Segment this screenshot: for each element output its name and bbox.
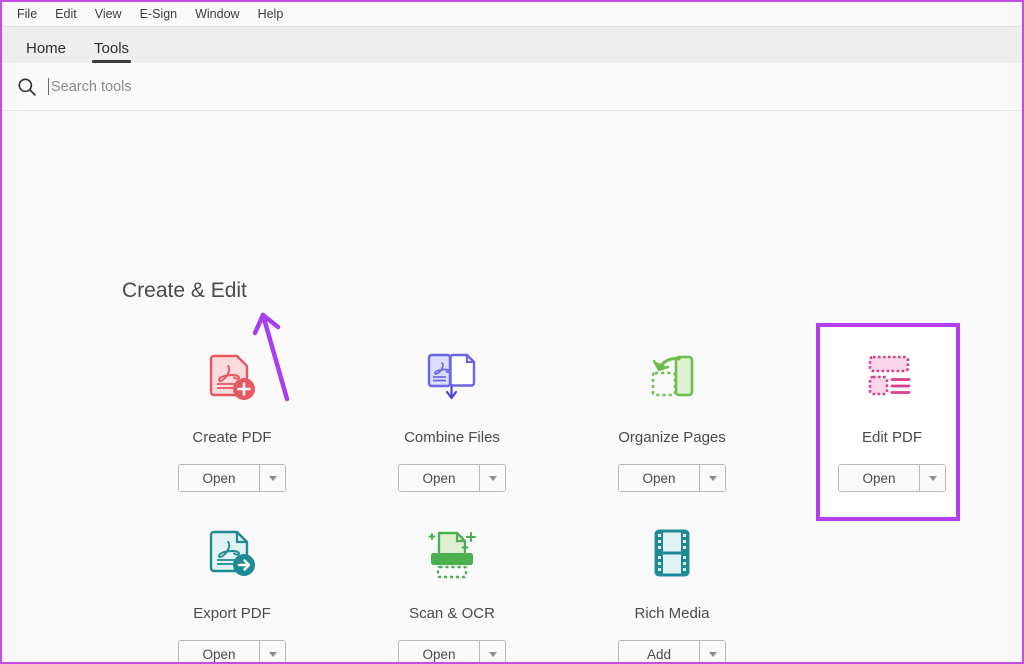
open-button[interactable]: Open bbox=[179, 465, 259, 491]
tab-tools[interactable]: Tools bbox=[80, 41, 143, 63]
chevron-down-icon[interactable] bbox=[479, 465, 505, 491]
tool-label: Organize Pages bbox=[618, 429, 726, 446]
chevron-down-icon[interactable] bbox=[479, 641, 505, 664]
search-placeholder: Search tools bbox=[51, 79, 132, 95]
tab-bar: Home Tools bbox=[2, 26, 1022, 63]
tools-row: Create PDF Open bbox=[122, 333, 1002, 509]
tool-button-group: Open bbox=[838, 464, 946, 492]
text-caret bbox=[48, 78, 49, 95]
tool-label: Rich Media bbox=[634, 605, 709, 622]
open-button[interactable]: Open bbox=[399, 641, 479, 664]
tool-tile-edit-pdf[interactable]: Edit PDF Open bbox=[782, 333, 1002, 509]
tool-label: Combine Files bbox=[404, 429, 500, 446]
search-icon[interactable] bbox=[16, 76, 38, 98]
tool-label: Export PDF bbox=[193, 605, 271, 622]
export-pdf-icon bbox=[203, 523, 261, 583]
tool-button-group: Open bbox=[178, 464, 286, 492]
combine-files-icon bbox=[422, 347, 482, 407]
tool-tile-create-pdf[interactable]: Create PDF Open bbox=[122, 333, 342, 509]
tools-content-area: Create & Edit bbox=[2, 111, 1022, 664]
tab-home-label: Home bbox=[26, 40, 66, 57]
menu-item-file[interactable]: File bbox=[8, 2, 46, 26]
tab-active-indicator bbox=[92, 60, 131, 63]
tool-label: Create PDF bbox=[192, 429, 271, 446]
tool-button-group: Open bbox=[398, 640, 506, 664]
tab-home[interactable]: Home bbox=[12, 41, 80, 63]
rich-media-icon bbox=[648, 523, 696, 583]
tool-tile-organize-pages[interactable]: Organize Pages Open bbox=[562, 333, 782, 509]
chevron-down-icon[interactable] bbox=[259, 465, 285, 491]
chevron-down-icon[interactable] bbox=[259, 641, 285, 664]
chevron-down-icon[interactable] bbox=[919, 465, 945, 491]
tool-tile-empty bbox=[782, 509, 1002, 664]
tool-button-group: Open bbox=[618, 464, 726, 492]
tool-button-group: Add bbox=[618, 640, 726, 664]
menu-item-esign[interactable]: E-Sign bbox=[131, 2, 187, 26]
menu-bar: File Edit View E-Sign Window Help bbox=[2, 2, 1022, 26]
menu-item-view[interactable]: View bbox=[86, 2, 131, 26]
tool-label: Edit PDF bbox=[862, 429, 922, 446]
menu-item-window[interactable]: Window bbox=[186, 2, 248, 26]
tool-tile-export-pdf[interactable]: Export PDF Open bbox=[122, 509, 342, 664]
edit-pdf-icon bbox=[864, 347, 920, 407]
chevron-down-icon[interactable] bbox=[699, 641, 725, 664]
create-pdf-icon bbox=[203, 347, 261, 407]
section-heading-create-edit: Create & Edit bbox=[122, 279, 247, 303]
scan-ocr-icon bbox=[423, 523, 481, 583]
application-window: File Edit View E-Sign Window Help Home T… bbox=[0, 0, 1024, 664]
open-button[interactable]: Open bbox=[839, 465, 919, 491]
open-button[interactable]: Open bbox=[619, 465, 699, 491]
tool-button-group: Open bbox=[398, 464, 506, 492]
tool-tile-combine-files[interactable]: Combine Files Open bbox=[342, 333, 562, 509]
menu-item-help[interactable]: Help bbox=[249, 2, 293, 26]
tool-tile-rich-media[interactable]: Rich Media Add bbox=[562, 509, 782, 664]
tool-button-group: Open bbox=[178, 640, 286, 664]
tools-row: Export PDF Open bbox=[122, 509, 1002, 664]
add-button[interactable]: Add bbox=[619, 641, 699, 664]
open-button[interactable]: Open bbox=[399, 465, 479, 491]
search-bar: Search tools bbox=[2, 63, 1022, 111]
tool-tile-scan-ocr[interactable]: Scan & OCR Open bbox=[342, 509, 562, 664]
organize-pages-icon bbox=[643, 347, 701, 407]
menu-item-edit[interactable]: Edit bbox=[46, 2, 86, 26]
open-button[interactable]: Open bbox=[179, 641, 259, 664]
tools-grid: Create PDF Open bbox=[122, 333, 1002, 664]
chevron-down-icon[interactable] bbox=[699, 465, 725, 491]
tab-tools-label: Tools bbox=[94, 40, 129, 57]
tool-label: Scan & OCR bbox=[409, 605, 495, 622]
search-input[interactable]: Search tools bbox=[48, 78, 132, 95]
